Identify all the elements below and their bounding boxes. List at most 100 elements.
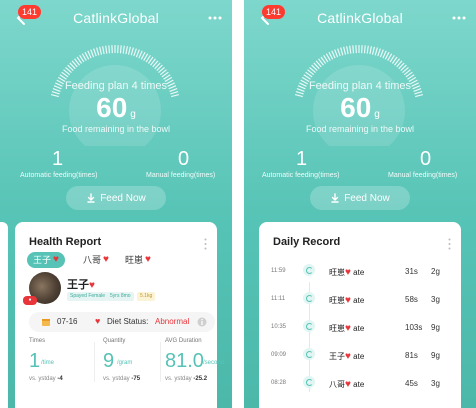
- record-verb: ate: [353, 352, 365, 361]
- record-amount: 3g: [431, 295, 440, 304]
- pet-tab-2[interactable]: 八哥 ♥: [77, 252, 115, 268]
- record-amount: 3g: [431, 379, 440, 388]
- record-verb: ate: [353, 296, 365, 305]
- pet-tab-3[interactable]: 旺崽 ♥: [119, 252, 157, 268]
- automatic-feeding-label: Automatic feeding(times): [20, 172, 98, 179]
- gauge-tick: [99, 46, 103, 55]
- card-more-icon[interactable]: [448, 238, 451, 250]
- record-duration: 81s: [405, 351, 418, 360]
- gauge-tick: [337, 48, 341, 57]
- gauge-tick: [87, 50, 92, 59]
- heart-icon: ♥: [89, 280, 95, 291]
- feed-now-label: Feed Now: [344, 192, 390, 204]
- record-pet: 旺崽♥ ate: [329, 323, 364, 334]
- feeding-plan-text: Feeding plan 4 times: [308, 80, 412, 92]
- feed-arrow-icon: [331, 193, 339, 203]
- gauge-tick: [371, 46, 375, 55]
- heart-icon: ♥: [345, 351, 351, 362]
- gauge-tick: [135, 49, 140, 58]
- heart-icon: ♥: [145, 254, 151, 265]
- record-pet: 旺崽♥ ate: [329, 295, 364, 306]
- gauge-tick: [105, 45, 108, 54]
- stat-vs: vs. ystday -25.2: [165, 376, 207, 382]
- feed-now-button[interactable]: Feed Now: [310, 186, 410, 210]
- record-time: 10:35: [271, 324, 287, 330]
- automatic-feeding-count: 1: [52, 148, 64, 170]
- phone-screen-left: 141 CatlinkGlobal Feeding plan 4 times 6…: [0, 0, 232, 408]
- pet-name: 王子♥: [67, 276, 95, 292]
- record-pet: 八哥♥ ate: [329, 379, 364, 390]
- automatic-feeding-label: Automatic feeding(times): [262, 172, 340, 179]
- gauge-tick: [138, 50, 143, 59]
- stat-vs: vs. ystday -4: [29, 376, 63, 382]
- record-duration: 103s: [405, 323, 423, 332]
- gauge-tick: [102, 46, 105, 55]
- pet-tag-weight: 5.1kg: [137, 292, 156, 301]
- heart-icon: ♥: [345, 379, 351, 390]
- info-icon[interactable]: [197, 317, 207, 327]
- diet-status-label: Diet Status:: [107, 317, 149, 326]
- record-bowl-icon: [303, 264, 315, 276]
- stat-unit: /second: [203, 360, 225, 366]
- gauge-tick: [374, 47, 378, 56]
- manual-feeding-label: Manual feeding(times): [146, 172, 216, 179]
- record-pet: 旺崽♥ ate: [329, 267, 364, 278]
- card-more-icon[interactable]: [204, 238, 207, 250]
- record-time: 09:09: [271, 352, 287, 358]
- more-options-icon[interactable]: [208, 16, 222, 20]
- previous-card-edge[interactable]: [0, 222, 8, 408]
- record-amount: 9g: [431, 351, 440, 360]
- stat-unit: /time: [41, 360, 55, 366]
- gauge-tick: [122, 45, 125, 54]
- stat-value: 1: [29, 350, 41, 372]
- record-row[interactable]: 11:11 旺崽♥ ate 58s 3g: [259, 290, 461, 310]
- feed-now-label: Feed Now: [100, 192, 146, 204]
- heart-icon: ♥: [345, 295, 351, 306]
- pet-tab-1[interactable]: 王子 ♥: [27, 252, 65, 268]
- record-bowl-icon: [303, 348, 315, 360]
- food-remaining-value: 60 g: [244, 92, 476, 124]
- avatar-badge-icon: ●: [23, 296, 37, 305]
- gauge-tick: [93, 48, 97, 57]
- record-time: 11:11: [271, 296, 286, 302]
- pet-tab-label: 旺崽: [125, 255, 144, 265]
- gauge-tick: [334, 49, 339, 58]
- stat-divider: [160, 342, 161, 382]
- more-options-icon[interactable]: [452, 16, 466, 20]
- feed-now-button[interactable]: Feed Now: [66, 186, 166, 210]
- stat-unit: /gram: [117, 360, 133, 366]
- food-value: 60: [340, 92, 372, 123]
- record-time: 11:59: [271, 268, 286, 274]
- top-bar: 141 CatlinkGlobal: [244, 0, 476, 36]
- heart-icon: ♥: [345, 267, 351, 278]
- gauge-tick: [96, 47, 100, 56]
- gauge-tick: [369, 46, 372, 55]
- record-row[interactable]: 11:59 旺崽♥ ate 31s 2g: [259, 262, 461, 282]
- stat-value: 81.0: [165, 350, 204, 372]
- record-pet: 王子♥ ate: [329, 351, 364, 362]
- record-verb: ate: [353, 268, 365, 277]
- record-row[interactable]: 10:35 旺崽♥ ate 103s 9g: [259, 318, 461, 338]
- record-pet-name: 旺崽: [329, 268, 345, 277]
- diet-status-bar[interactable]: 07-16 ♥ Diet Status: Abnormal: [29, 312, 215, 332]
- record-pet-name: 王子: [329, 352, 345, 361]
- manual-feeding-label: Manual feeding(times): [388, 172, 458, 179]
- record-pet-name: 旺崽: [329, 296, 345, 305]
- pet-name-text: 王子: [67, 279, 89, 291]
- gauge-tick: [352, 45, 355, 54]
- stat-vs: vs. ystday -75: [103, 376, 140, 382]
- stat-vs-label: vs. ystday: [29, 376, 56, 382]
- heart-icon: ♥: [53, 254, 59, 265]
- record-row[interactable]: 08:28 八哥♥ ate 45s 3g: [259, 374, 461, 394]
- diet-heart-icon: ♥: [95, 316, 101, 326]
- record-pet-name: 八哥: [329, 380, 345, 389]
- stat-vs-value: -75: [131, 376, 141, 382]
- record-verb: ate: [353, 380, 365, 389]
- gauge-tick: [366, 45, 369, 54]
- manual-feeding-count: 0: [178, 148, 190, 170]
- record-row[interactable]: 09:09 王子♥ ate 81s 9g: [259, 346, 461, 366]
- stat-title: AVG Duration: [165, 338, 202, 344]
- daily-record-card: Daily Record 11:59 旺崽♥ ate 31s 2g 11:11 …: [259, 222, 461, 408]
- food-remaining-label: Food remaining in the bowl: [305, 124, 415, 134]
- record-amount: 9g: [431, 323, 440, 332]
